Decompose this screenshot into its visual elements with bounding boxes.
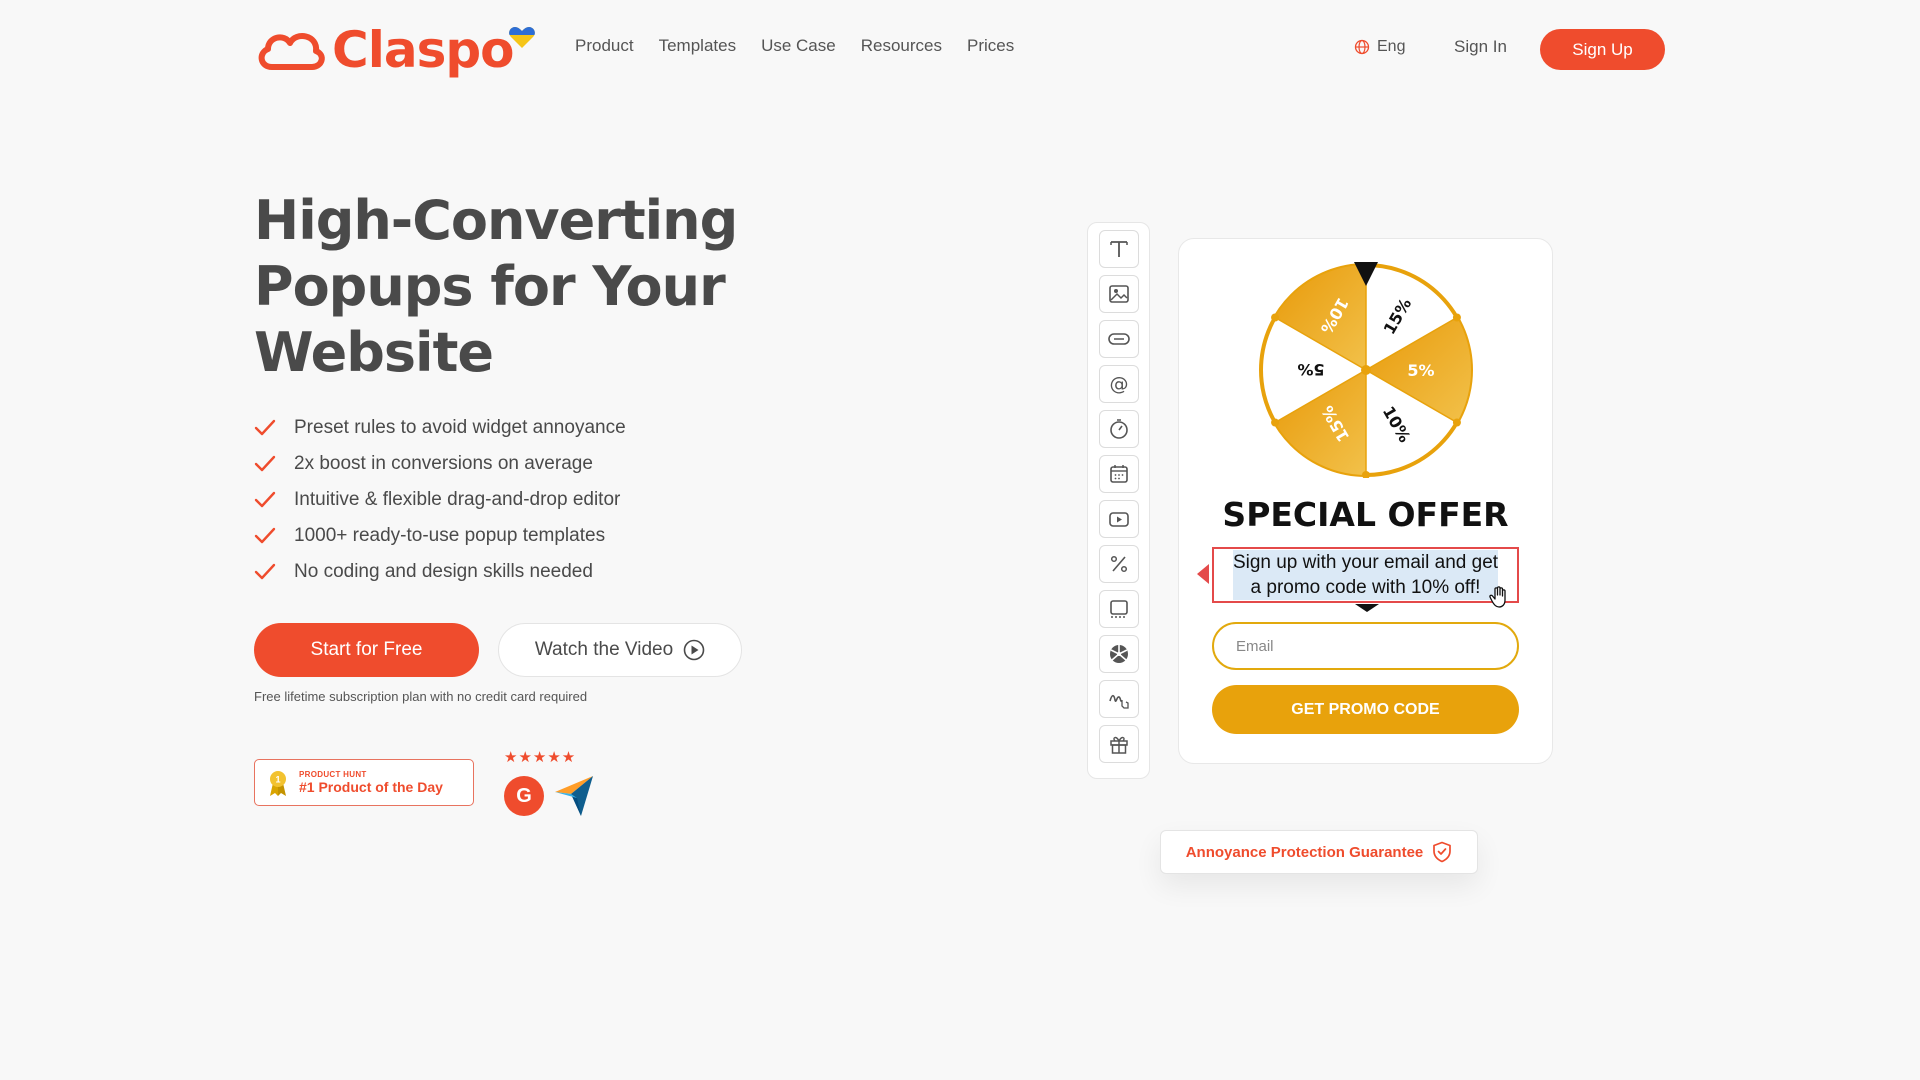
nav-use-case[interactable]: Use Case — [761, 36, 836, 56]
play-icon — [683, 639, 705, 661]
feature-item: 1000+ ready-to-use popup templates — [254, 518, 626, 554]
button-tool-button[interactable] — [1099, 320, 1139, 358]
svg-text:1: 1 — [275, 774, 280, 784]
watch-video-button[interactable]: Watch the Video — [498, 623, 742, 677]
video-tool-icon — [1109, 512, 1129, 527]
nav-prices[interactable]: Prices — [967, 36, 1014, 56]
container-tool-button[interactable] — [1099, 590, 1139, 628]
image-tool-icon — [1109, 285, 1129, 303]
email-tool-icon: @ — [1110, 373, 1129, 395]
hero-title-line-3: Website — [254, 321, 494, 384]
claspo-logo[interactable]: Claspo — [254, 21, 535, 79]
selected-text-block[interactable]: Sign up with your email and get a promo … — [1212, 547, 1519, 603]
capterra-logo-icon[interactable] — [553, 774, 595, 818]
language-label: Eng — [1377, 38, 1406, 55]
check-icon — [254, 563, 276, 580]
ukraine-heart-icon — [509, 27, 535, 48]
video-tool-button[interactable] — [1099, 500, 1139, 538]
feature-text: Intuitive & flexible drag-and-drop edito… — [294, 489, 621, 510]
site-header: Claspo Product Templates Use Case Resour… — [0, 0, 1920, 100]
image-tool-button[interactable] — [1099, 275, 1139, 313]
wheel-tool-icon — [1110, 645, 1128, 663]
shield-check-icon — [1433, 841, 1452, 863]
special-offer-title: SPECIAL OFFER — [1222, 495, 1509, 534]
feature-item: 2x boost in conversions on average — [254, 446, 626, 482]
globe-icon — [1354, 39, 1370, 55]
wheel-label: 5% — [1407, 361, 1434, 380]
feature-text: Preset rules to avoid widget annoyance — [294, 417, 626, 438]
feature-text: 2x boost in conversions on average — [294, 453, 593, 474]
offer-text-line-1: Sign up with your email and get — [1232, 552, 1499, 573]
product-hunt-label: PRODUCT HUNT — [299, 770, 367, 779]
check-icon — [254, 419, 276, 436]
sign-in-link[interactable]: Sign In — [1454, 37, 1507, 57]
product-hunt-title: #1 Product of the Day — [299, 779, 443, 795]
hero-title: High-Converting Popups for Your Website — [254, 188, 814, 386]
product-hunt-text: PRODUCT HUNT #1 Product of the Day — [299, 770, 443, 795]
start-for-free-button[interactable]: Start for Free — [254, 623, 479, 677]
feature-text: No coding and design skills needed — [294, 561, 593, 582]
fortune-wheel[interactable]: 15% 5% 10% 15% 5% 10% — [1256, 258, 1476, 478]
button-tool-icon — [1108, 333, 1130, 345]
medal-icon: 1 — [270, 770, 286, 796]
text-tool-button[interactable] — [1099, 230, 1139, 268]
offer-text: Sign up with your email and get a promo … — [1232, 550, 1499, 600]
annoyance-protection-badge[interactable]: Annoyance Protection Guarantee — [1160, 830, 1478, 874]
editor-toolbar: @ — [1087, 222, 1150, 779]
signature-tool-icon — [1109, 694, 1129, 709]
g2-logo-icon[interactable]: G — [504, 776, 544, 816]
watch-video-label: Watch the Video — [534, 639, 674, 660]
timer-tool-icon — [1110, 419, 1128, 439]
hand-cursor-icon — [1489, 586, 1506, 608]
email-input[interactable]: Email — [1212, 622, 1519, 670]
main-nav: Product Templates Use Case Resources Pri… — [575, 36, 1039, 56]
text-tool-icon — [1110, 241, 1128, 257]
feature-item: Intuitive & flexible drag-and-drop edito… — [254, 482, 626, 518]
email-tool-button[interactable]: @ — [1099, 365, 1139, 403]
guarantee-label: Annoyance Protection Guarantee — [1185, 843, 1424, 861]
wheel-label: 5% — [1297, 360, 1324, 379]
discount-tool-button[interactable] — [1099, 545, 1139, 583]
check-icon — [254, 455, 276, 472]
svg-text:@: @ — [1110, 373, 1129, 395]
gift-tool-button[interactable] — [1099, 725, 1139, 763]
product-hunt-badge[interactable]: 1 PRODUCT HUNT #1 Product of the Day — [254, 759, 474, 806]
rating-stars: ★★★★★ — [504, 749, 577, 766]
sign-up-button[interactable]: Sign Up — [1540, 29, 1665, 70]
calendar-tool-button[interactable] — [1099, 455, 1139, 493]
check-icon — [254, 527, 276, 544]
nav-templates[interactable]: Templates — [659, 36, 736, 56]
feature-text: 1000+ ready-to-use popup templates — [294, 525, 606, 546]
offer-text-line-2: a promo code with 10% off! — [1250, 577, 1481, 598]
calendar-tool-icon — [1110, 465, 1128, 483]
signature-tool-button[interactable] — [1099, 680, 1139, 718]
subscription-note: Free lifetime subscription plan with no … — [254, 689, 588, 704]
hero-title-line-2: Popups for Your — [254, 255, 726, 318]
logo-text: Claspo — [332, 21, 514, 79]
selection-handle-left[interactable] — [1197, 564, 1209, 584]
nav-resources[interactable]: Resources — [861, 36, 942, 56]
language-selector[interactable]: Eng — [1354, 38, 1405, 56]
container-tool-icon — [1110, 600, 1128, 618]
feature-list: Preset rules to avoid widget annoyance 2… — [254, 410, 626, 590]
nav-product[interactable]: Product — [575, 36, 634, 56]
selection-handle-bottom[interactable] — [1355, 604, 1379, 612]
check-icon — [254, 491, 276, 508]
hero-title-line-1: High-Converting — [254, 189, 738, 252]
feature-item: Preset rules to avoid widget annoyance — [254, 410, 626, 446]
wheel-tool-button[interactable] — [1099, 635, 1139, 673]
timer-tool-button[interactable] — [1099, 410, 1139, 448]
gift-tool-icon — [1110, 736, 1128, 754]
discount-tool-icon — [1110, 555, 1128, 573]
feature-item: No coding and design skills needed — [254, 554, 626, 590]
get-promo-code-button[interactable]: GET PROMO CODE — [1212, 685, 1519, 734]
cloud-logo-icon — [258, 33, 325, 70]
